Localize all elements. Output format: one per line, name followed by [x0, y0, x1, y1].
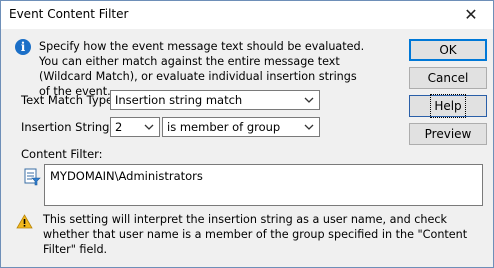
window-title: Event Content Filter	[9, 7, 129, 21]
help-button[interactable]: Help	[409, 94, 487, 118]
content-filter-label: Content Filter:	[21, 147, 103, 161]
ok-button[interactable]: OK	[409, 39, 487, 61]
content-filter-input[interactable]: MYDOMAIN\Administrators	[44, 164, 483, 206]
close-icon[interactable]: ✕	[461, 5, 481, 25]
insertion-index-value: 2	[115, 120, 123, 134]
cancel-button[interactable]: Cancel	[409, 67, 487, 89]
chevron-down-icon	[144, 124, 154, 130]
text-match-type-select[interactable]: Insertion string match	[110, 90, 320, 110]
insertion-index-select[interactable]: 2	[110, 117, 160, 137]
insertion-operator-select[interactable]: is member of group	[162, 117, 320, 137]
preview-button[interactable]: Preview	[409, 123, 487, 145]
info-icon: i	[15, 39, 31, 55]
text-match-type-label: Text Match Type:	[21, 93, 117, 107]
content-filter-value: MYDOMAIN\Administrators	[50, 169, 203, 183]
text-match-type-value: Insertion string match	[115, 93, 243, 107]
filter-document-icon	[24, 168, 41, 186]
title-bar: Event Content Filter ✕	[1, 1, 493, 29]
event-content-filter-dialog: Event Content Filter ✕ i Specify how the…	[0, 0, 494, 268]
warning-icon	[16, 214, 33, 229]
insertion-operator-value: is member of group	[167, 120, 281, 134]
chevron-down-icon	[304, 97, 314, 103]
insertion-string-label: Insertion String:	[21, 120, 114, 134]
warning-text: This setting will interpret the insertio…	[43, 213, 468, 256]
chevron-down-icon	[304, 124, 314, 130]
